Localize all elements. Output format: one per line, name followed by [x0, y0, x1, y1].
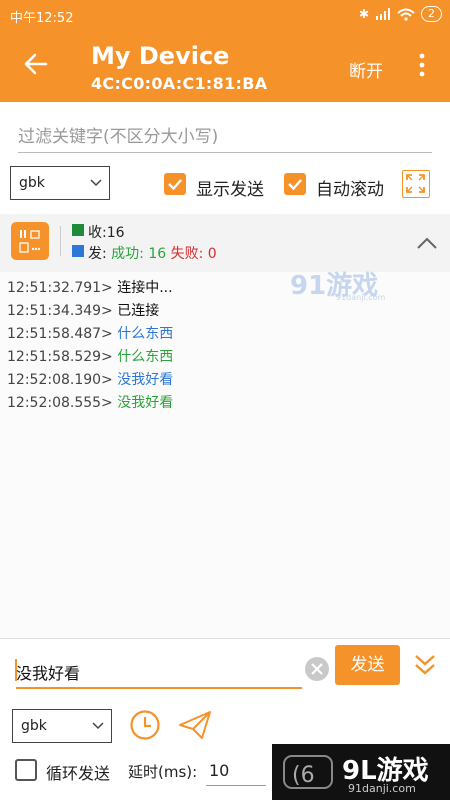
success-count: 16	[148, 246, 167, 262]
received-color-square	[72, 224, 84, 236]
pause-clear-button[interactable]	[11, 222, 49, 260]
encoding-select[interactable]: gbk	[10, 166, 110, 200]
watermark-logo-top: 91游戏 91danji.com	[290, 265, 386, 305]
received-stat: 收:16	[88, 222, 125, 242]
success-label: 成功:	[111, 246, 144, 262]
disconnect-button[interactable]: 断开	[349, 57, 383, 82]
clock-icon[interactable]	[129, 709, 161, 741]
log-text: 没我好看	[117, 372, 174, 388]
auto-scroll-label: 自动滚动	[316, 180, 384, 200]
log-line: 12:51:34.349> 已连接	[7, 300, 159, 320]
clear-input-button[interactable]	[305, 657, 329, 681]
device-name: My Device	[91, 42, 230, 70]
log-time: 12:51:58.487>	[7, 326, 113, 342]
log-text: 什么东西	[117, 349, 174, 365]
delay-input[interactable]: 10	[206, 757, 266, 786]
log-time: 12:52:08.190>	[7, 372, 113, 388]
app-bar: My Device 4C:C0:0A:C1:81:BA 断开	[0, 30, 450, 102]
auto-scroll-checkbox[interactable]	[284, 173, 306, 195]
status-icons: ✱ 2	[359, 6, 442, 22]
received-label: 收:	[88, 225, 107, 241]
close-icon	[311, 663, 323, 675]
more-vert-icon[interactable]	[414, 52, 430, 78]
send-encoding-select[interactable]: gbk	[12, 709, 112, 743]
send-input[interactable]: 没我好看	[15, 655, 302, 689]
loop-send-checkbox[interactable]	[15, 759, 37, 781]
received-count: 16	[106, 225, 125, 241]
sent-stat: 发: 成功: 16 失败: 0	[88, 243, 217, 263]
send-input-value: 没我好看	[16, 664, 81, 683]
log-text: 已连接	[117, 303, 160, 319]
log-time: 12:52:08.555>	[7, 395, 113, 411]
filter-input[interactable]: 过滤关键字(不区分大小写)	[18, 110, 432, 153]
divider	[60, 226, 61, 256]
log-time: 12:51:58.529>	[7, 349, 113, 365]
delay-label: 延时(ms):	[128, 763, 198, 781]
double-chevron-down-icon[interactable]	[413, 653, 437, 677]
fail-label: 失败:	[170, 246, 204, 262]
device-address: 4C:C0:0A:C1:81:BA	[91, 74, 268, 93]
log-text: 连接中...	[117, 280, 173, 296]
log-line: 12:52:08.190> 没我好看	[7, 369, 173, 389]
fullscreen-icon	[406, 174, 425, 193]
chevron-up-icon[interactable]	[416, 236, 438, 250]
send-encoding-value: gbk	[21, 718, 47, 734]
battery-icon: 2	[421, 6, 442, 22]
log-text: 没我好看	[117, 395, 174, 411]
status-bar: 中午12:52 ✱ 2	[0, 0, 450, 30]
sent-color-square	[72, 245, 84, 257]
paper-plane-icon[interactable]	[178, 709, 212, 741]
check-icon	[288, 179, 302, 191]
delay-value: 10	[209, 761, 230, 780]
status-time: 中午12:52	[10, 11, 74, 26]
show-sent-label: 显示发送	[196, 180, 264, 200]
log-line: 12:52:08.555> 没我好看	[7, 392, 173, 412]
chevron-down-icon	[92, 722, 104, 730]
watermark-logo-icon: (6	[283, 755, 333, 789]
show-sent-checkbox[interactable]	[164, 173, 186, 195]
svg-text:(6: (6	[292, 763, 315, 788]
pause-clear-icon	[19, 230, 41, 253]
encoding-value: gbk	[19, 175, 45, 191]
chevron-down-icon	[90, 179, 102, 187]
filter-placeholder: 过滤关键字(不区分大小写)	[18, 127, 219, 147]
wifi-icon	[397, 8, 415, 21]
log-text: 什么东西	[117, 326, 174, 342]
fail-count: 0	[207, 246, 217, 262]
log-line: 12:51:32.791> 连接中...	[7, 277, 173, 297]
loop-send-label: 循环发送	[46, 764, 111, 783]
watermark-logo-bottom: (6 9L游戏 91danji.com	[272, 744, 450, 800]
check-icon	[168, 179, 182, 191]
send-button[interactable]: 发送	[335, 645, 400, 685]
watermark-bottom-url: 91danji.com	[348, 782, 416, 795]
log-time: 12:51:32.791>	[7, 280, 113, 296]
signal-icon	[376, 8, 390, 20]
back-arrow-icon[interactable]	[22, 50, 50, 78]
watermark-url: 91danji.com	[336, 293, 386, 302]
fullscreen-button[interactable]	[402, 170, 430, 198]
bluetooth-icon: ✱	[358, 7, 369, 21]
log-line: 12:51:58.529> 什么东西	[7, 346, 173, 366]
log-time: 12:51:34.349>	[7, 303, 113, 319]
log-area[interactable]: 12:51:32.791> 连接中... 12:51:34.349> 已连接 1…	[0, 272, 450, 638]
sent-label: 发:	[88, 246, 107, 262]
log-line: 12:51:58.487> 什么东西	[7, 323, 173, 343]
